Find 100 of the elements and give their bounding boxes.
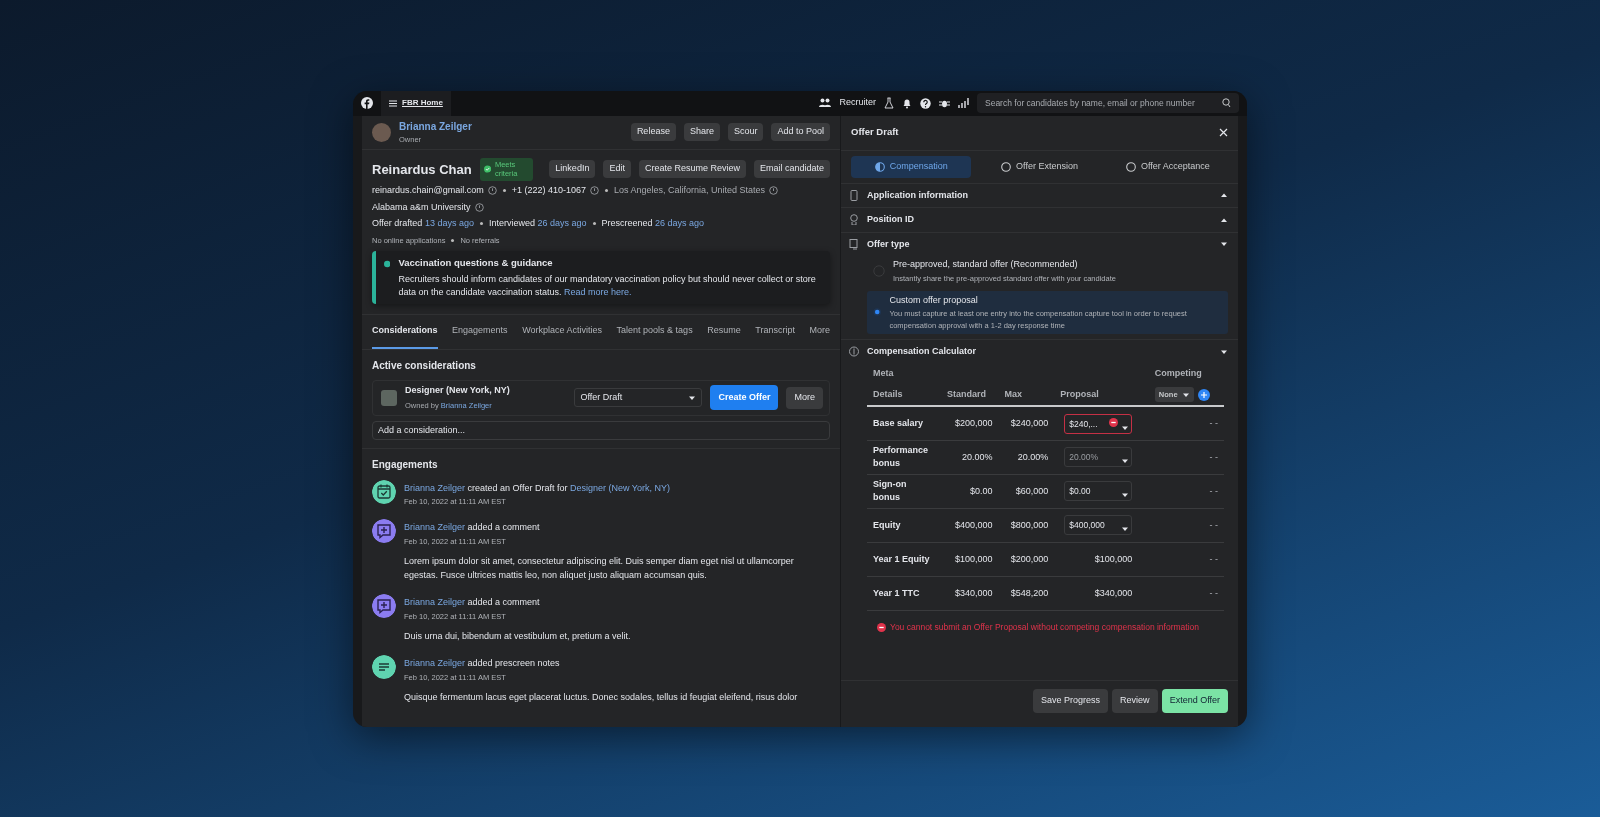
row-label: Year 1 Equity [867,542,941,577]
chart-icon[interactable] [958,97,969,109]
table-cell: $200,000 [941,406,999,441]
help-icon[interactable] [920,97,931,109]
table-cell: - - [1148,576,1224,611]
search-field[interactable]: Search for candidates by name, email or phone number [977,93,1239,113]
table-cell: $0.00 [941,474,999,509]
tab[interactable]: Engagements [452,317,508,349]
footer-button[interactable]: Extend Offer [1161,689,1228,713]
separator-dot [479,222,483,226]
read-more-link[interactable]: Read more here. [564,286,632,297]
tab[interactable]: Considerations [372,317,438,349]
table-cell: - - [1148,474,1224,509]
contact-text: +1 (222) 410-1067 [511,184,586,197]
action-button[interactable]: Add to Pool [771,123,830,141]
caret-icon [1121,424,1130,431]
create-offer-button[interactable]: Create Offer [710,384,779,411]
bell-icon[interactable] [902,97,912,109]
proposal-field[interactable]: $0.00 [1064,481,1133,502]
proposal-field[interactable]: $240,... [1064,413,1133,434]
section-title: Compensation Calculator [867,344,977,358]
circle-icon [1001,161,1012,172]
table-cell: $800,000 [998,508,1055,543]
action-button[interactable]: Share [683,123,720,141]
actor-link[interactable]: Brianna Zeilger [404,658,466,669]
flask-icon[interactable] [884,97,894,109]
proposal-field[interactable]: 20.00% [1064,447,1133,468]
table-header: Max [998,384,1055,407]
info-icon [769,186,779,196]
notice-text: Recruiters should inform candidates of our mandatory vaccination policy but should never collect or store data on the candidate vaccination status. Read more here. [398,273,817,299]
tab[interactable]: Talent pools & tags [616,317,693,349]
tab[interactable]: More [809,317,830,349]
bug-icon[interactable] [939,98,950,108]
footer-button[interactable]: Save Progress [1033,689,1109,713]
action-button[interactable]: Create Resume Review [638,160,746,179]
timeline-text: Prescreened 26 days ago [601,217,705,230]
caret-icon[interactable] [1220,216,1228,223]
action-button[interactable]: LinkedIn [549,160,596,179]
section-title: Engagements [372,457,439,472]
caret-icon[interactable] [1220,348,1228,355]
table-cell-text: $340,000 [1093,586,1133,600]
logo-icon[interactable] [361,97,373,109]
footer-button[interactable]: Review [1112,689,1158,713]
caret-icon [1121,492,1130,499]
row-label: Year 1 TTC [867,576,941,611]
target-link[interactable]: Designer (New York, NY) [569,482,670,493]
tab[interactable]: Transcript [755,317,795,349]
section-title: Offer type [867,237,911,251]
step-tab[interactable]: Offer Extension [979,155,1100,178]
table-cell: $100,000 [941,542,999,577]
table-cell: - - [1148,508,1224,543]
home-tab[interactable]: FBR Home [381,90,451,116]
owner-name-link[interactable]: Brianna Zeilger [399,118,623,134]
people-icon[interactable] [819,98,832,108]
table-cell-text: $100,000 [1093,552,1133,566]
caret-icon [1181,391,1190,398]
more-button[interactable]: More [786,386,823,409]
action-button[interactable]: Release [630,123,676,141]
time-link[interactable]: 13 days ago [424,218,474,228]
actor-link[interactable]: Brianna Zeilger [404,482,466,493]
candidate-name: Reinardus Chan [372,160,472,179]
half-circle-icon [874,161,885,172]
time-link[interactable]: 26 days ago [537,218,587,228]
action-button[interactable]: Scour [727,123,764,141]
contact-text: Los Angeles, California, United States [614,184,766,197]
tab[interactable]: Resume [707,317,741,349]
search-icon[interactable] [1222,98,1231,108]
step-tab[interactable]: Offer Acceptance [1107,155,1228,178]
tab[interactable]: Workplace Activities [522,317,603,349]
table-cell: $240,000 [998,406,1055,441]
info-icon [487,186,497,196]
separator-dot [502,189,506,193]
time-link[interactable]: 26 days ago [655,218,705,228]
stage-select[interactable]: Offer Draft [574,388,703,408]
table-cell: - - [1148,440,1224,475]
role-label[interactable]: Recruiter [839,96,876,110]
actor-link[interactable]: Brianna Zeilger [404,597,466,608]
engagement-text: Brianna Zeilger created an Offer Draft for Designer (New York, NY) [404,481,671,495]
table-cell: $400,000 [941,508,999,543]
table-cell: $548,200 [998,576,1055,611]
caret-icon [688,394,697,401]
add-icon[interactable] [1197,388,1210,401]
action-button[interactable]: Email candidate [753,160,830,179]
error-icon [1109,417,1119,427]
caret-icon[interactable] [1220,192,1228,199]
notice-title: Vaccination questions & guidance [398,255,554,270]
engagement-text: Brianna Zeilger added a comment [404,521,541,535]
proposal-field[interactable]: $400,000 [1064,515,1133,536]
table-cell: 20.00% [941,440,999,475]
table-cell: - - [1148,542,1224,577]
add-consideration-field[interactable]: Add a consideration... [372,420,830,440]
actor-link[interactable]: Brianna Zeilger [404,522,466,533]
option-title: Pre-approved, standard offer (Recommended) [893,258,1079,271]
action-button[interactable]: Edit [603,160,631,179]
engagement-body: Duis urna dui, bibendum at vestibulum et, pretium a velit. [404,629,632,643]
caret-icon[interactable] [1220,241,1228,248]
step-tab[interactable]: Compensation [851,155,972,178]
engagement-body: Lorem ipsum dolor sit amet, consectetur adipiscing elit. Duis semper diam eget nisl ut ullamcorper egestas. Fusce ultrices mattis leo, non aliquet justo aliquam accumsan quis. [404,555,795,582]
close-icon[interactable] [1219,128,1228,137]
radio-button[interactable] [873,306,882,319]
